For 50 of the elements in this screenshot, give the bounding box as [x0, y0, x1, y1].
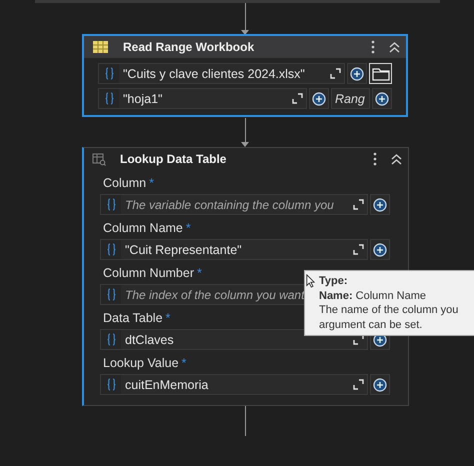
add-icon[interactable] — [375, 92, 389, 106]
table-search-icon — [92, 152, 106, 166]
collapse-icon[interactable] — [389, 42, 400, 52]
add-icon[interactable] — [373, 378, 387, 392]
add-icon[interactable] — [373, 242, 387, 256]
input-field[interactable]: cuitEnMemoria — [100, 374, 368, 395]
browse-button[interactable] — [369, 63, 392, 84]
cursor-icon — [306, 274, 315, 288]
more-icon[interactable] — [373, 152, 377, 166]
expand-icon[interactable] — [330, 68, 340, 79]
connector-line — [245, 118, 246, 142]
card-title: Lookup Data Table — [120, 152, 228, 166]
field-label: Lookup Value — [103, 356, 179, 370]
expand-icon[interactable] — [352, 244, 364, 255]
field-label: Column Number — [103, 266, 194, 280]
expand-icon[interactable] — [352, 199, 364, 210]
braces-icon — [104, 67, 114, 80]
input-field[interactable]: "hoja1" — [98, 88, 307, 109]
braces-icon — [106, 378, 116, 391]
input-field[interactable]: dtClaves — [100, 329, 368, 350]
spreadsheet-icon — [92, 40, 109, 54]
connector-line — [245, 406, 246, 436]
input-field[interactable]: "Cuit Representante" — [100, 239, 368, 260]
tooltip-type: Type: — [319, 275, 348, 287]
required-mark: * — [182, 356, 186, 370]
add-icon[interactable] — [373, 198, 387, 212]
braces-icon — [106, 288, 116, 301]
add-icon[interactable] — [350, 66, 364, 80]
required-mark: * — [166, 311, 170, 325]
braces-icon — [104, 92, 114, 105]
braces-icon — [106, 243, 116, 256]
braces-icon — [106, 333, 116, 346]
range-field[interactable]: Rang — [331, 88, 370, 109]
required-mark: * — [186, 221, 191, 235]
connector-line — [245, 3, 246, 30]
field-label: Column Name — [103, 221, 183, 235]
card-title: Read Range Workbook — [123, 40, 256, 54]
collapse-icon[interactable] — [391, 154, 402, 164]
expand-icon[interactable] — [352, 379, 364, 390]
input-field[interactable]: The variable containing the column you — [100, 194, 368, 215]
add-icon[interactable] — [312, 92, 326, 106]
braces-icon — [106, 198, 116, 211]
required-mark: * — [149, 176, 154, 190]
activity-card[interactable]: Read Range Workbook "Cuits y clave clientes 2024.xlsx" "hoja1" Rang — [83, 35, 407, 116]
input-field[interactable]: "Cuits y clave clientes 2024.xlsx" — [98, 63, 345, 84]
expand-icon[interactable] — [292, 93, 302, 104]
field-label: Column — [103, 176, 146, 190]
required-mark: * — [197, 266, 202, 280]
more-icon[interactable] — [371, 40, 375, 54]
field-label: Data Table — [103, 311, 163, 325]
